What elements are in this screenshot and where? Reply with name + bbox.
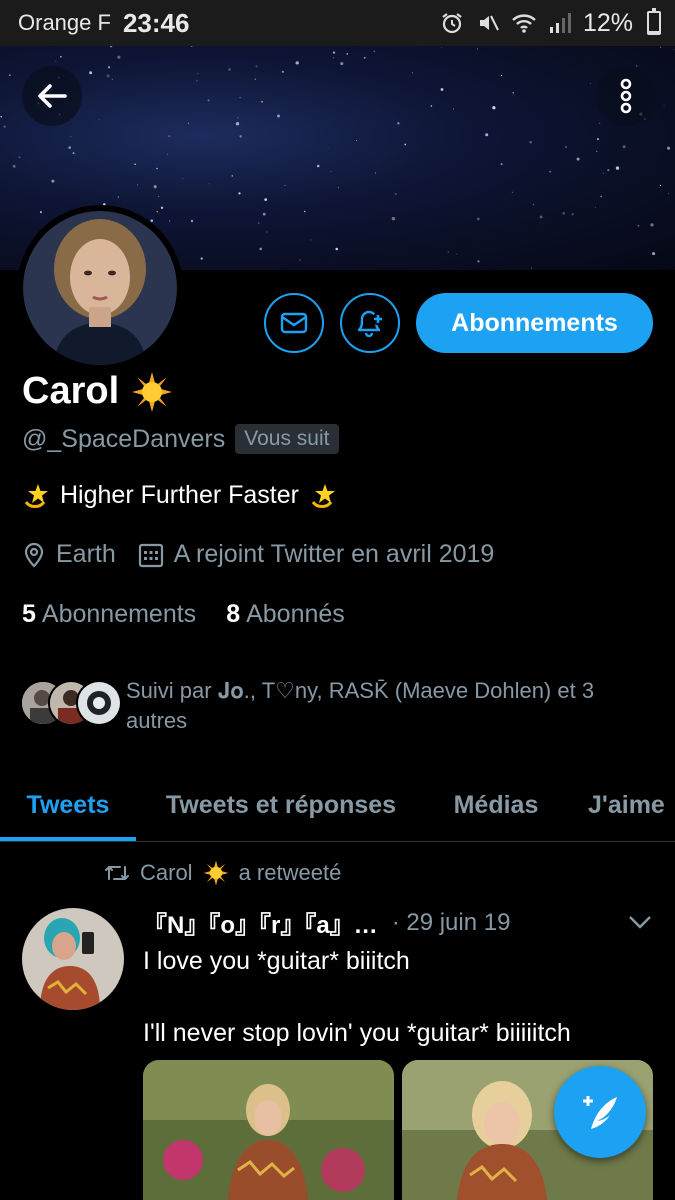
dizzy-star-emoji	[24, 483, 48, 508]
profile-meta: Earth A rejoint Twitter en avril 2019	[22, 540, 516, 569]
battery-percent: 12%	[582, 8, 633, 37]
followed-by-section[interactable]: Suivi par 𝐉𝐨., T♡ny, RASK̄ (Maeve Dohlen…	[20, 676, 646, 736]
status-bar: Orange F 23:46 12%	[0, 0, 675, 46]
following-link[interactable]: 5 Abonnements	[22, 600, 196, 629]
following-button[interactable]: Abonnements	[416, 293, 653, 353]
location-pin-icon	[24, 542, 44, 568]
clock: 23:46	[122, 7, 190, 38]
tweet-text-line: I'll never stop lovin' you *guitar* biii…	[143, 1019, 571, 1047]
retweet-icon	[105, 866, 129, 880]
tweet-body: I love you *guitar* biiitch I'll never s…	[143, 943, 658, 1051]
chevron-down-icon[interactable]	[627, 909, 653, 937]
retweet-indicator: Carol a retweeté	[104, 860, 341, 886]
tweet-header: 『N』『o』『r』『a』… · 29 juin 19	[143, 905, 653, 940]
joined-item: A rejoint Twitter en avril 2019	[138, 540, 495, 569]
profile-avatar[interactable]	[17, 205, 183, 371]
joined-text: A rejoint Twitter en avril 2019	[173, 540, 495, 568]
tweet-author-name[interactable]: 『N』『o』『r』『a』…	[143, 905, 378, 940]
alarm-icon	[439, 10, 465, 36]
profile-name: Carol	[22, 370, 120, 412]
tweet-text-line: I love you *guitar* biiitch	[143, 947, 410, 975]
message-button[interactable]	[264, 293, 324, 353]
bell-plus-icon	[357, 310, 384, 338]
compose-tweet-icon	[583, 1096, 617, 1129]
wifi-icon	[511, 10, 537, 36]
following-count: 5	[22, 600, 36, 628]
followers-label: Abonnés	[246, 600, 345, 628]
retweet-suffix: a retweeté	[238, 860, 342, 885]
profile-bio: Higher Further Faster	[22, 481, 337, 510]
bio-text: Higher Further Faster	[60, 481, 299, 509]
follows-you-badge: Vous suit	[235, 424, 339, 454]
profile-handle: @_SpaceDanvers	[22, 424, 226, 453]
handle-row: @_SpaceDanvers Vous suit	[22, 424, 339, 454]
back-button[interactable]	[22, 66, 82, 126]
followers-count: 8	[226, 600, 241, 628]
follow-counts: 5 Abonnements 8 Abonnés	[22, 600, 345, 629]
avatar	[76, 680, 122, 726]
retweeter-name: Carol	[140, 860, 193, 885]
followed-by-text: Suivi par 𝐉𝐨., T♡ny, RASK̄ (Maeve Dohlen…	[126, 678, 595, 733]
followers-link[interactable]: 8 Abonnés	[226, 600, 345, 629]
calendar-icon	[138, 543, 163, 567]
location-item: Earth	[22, 540, 116, 569]
tab-tweets-replies[interactable]: Tweets et réponses	[136, 770, 426, 841]
tab-tweets[interactable]: Tweets	[0, 770, 136, 841]
tweet-author-avatar[interactable]	[22, 908, 124, 1010]
profile-photo	[23, 211, 177, 365]
dizzy-star-emoji	[311, 483, 335, 508]
tweet-date: · 29 juin 19	[391, 908, 511, 936]
envelope-icon	[280, 312, 308, 334]
sun-emoji	[132, 371, 173, 412]
profile-tabs: Tweets Tweets et réponses Médias J'aime	[0, 770, 675, 842]
arrow-left-icon	[38, 84, 67, 108]
carrier-name: Orange F	[18, 10, 111, 35]
following-label: Abonnements	[41, 600, 197, 628]
compose-tweet-button[interactable]	[554, 1066, 646, 1158]
vertical-dots-icon	[620, 78, 632, 114]
mute-icon	[475, 10, 501, 36]
notifications-button[interactable]	[340, 293, 400, 353]
profile-name-row: Carol	[22, 370, 173, 413]
tweet-media-image[interactable]	[143, 1060, 394, 1200]
signal-icon	[547, 10, 573, 36]
battery-icon	[647, 8, 661, 35]
tab-likes[interactable]: J'aime	[566, 770, 675, 841]
sun-emoji	[203, 860, 228, 886]
more-options-button[interactable]	[596, 66, 656, 126]
location-text: Earth	[56, 540, 116, 568]
mutual-avatars	[20, 680, 122, 730]
tab-media[interactable]: Médias	[426, 770, 566, 841]
